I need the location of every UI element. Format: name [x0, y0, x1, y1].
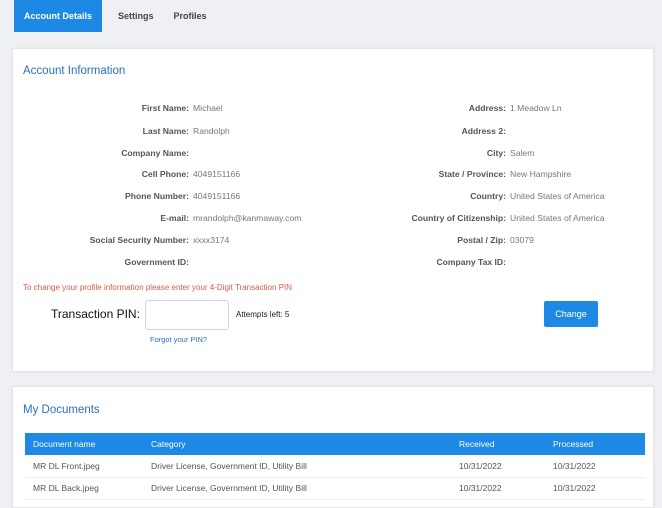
email-label: E-mail:	[160, 213, 189, 223]
city-label: City:	[486, 148, 506, 158]
country-of-citizenship-value: United States of America	[510, 213, 605, 223]
change-button[interactable]: Change	[544, 301, 598, 327]
city-value: Salem	[510, 148, 535, 158]
pin-notice: To change your profile information pleas…	[23, 283, 293, 292]
col-processed[interactable]: Processed	[553, 439, 593, 449]
my-documents-title: My Documents	[23, 404, 100, 416]
tab-settings[interactable]: Settings	[108, 0, 164, 32]
document-name-cell: MR DL Front.jpeg	[33, 461, 100, 471]
company-name-label: Company Name:	[121, 148, 189, 158]
last-name-value: Randolph	[193, 126, 230, 136]
transaction-pin-label: Transaction PIN:	[51, 307, 140, 321]
category-cell: Driver License, Government ID, Utility B…	[151, 461, 307, 471]
country-of-citizenship-label: Country of Citizenship:	[411, 213, 506, 223]
forgot-pin-link[interactable]: Forgot your PIN?	[150, 335, 207, 344]
received-cell: 10/31/2022	[459, 461, 502, 471]
phone-number-label: Phone Number:	[125, 191, 189, 201]
country-label: Country:	[470, 191, 506, 201]
government-id-label: Government ID:	[124, 257, 189, 267]
my-documents-card: My Documents Document name Category Rece…	[12, 386, 654, 508]
address-label: Address:	[468, 103, 506, 113]
state-province-value: New Hampshire	[510, 169, 572, 179]
category-cell: Driver License, Government ID, Utility B…	[151, 483, 307, 493]
first-name-label: First Name:	[141, 103, 189, 113]
cell-phone-label: Cell Phone:	[141, 169, 189, 179]
country-value: United States of America	[510, 191, 605, 201]
transaction-pin-input[interactable]	[145, 300, 229, 330]
processed-cell: 10/31/2022	[553, 483, 596, 493]
table-row[interactable]: MR DL Front.jpeg Driver License, Governm…	[25, 455, 645, 478]
processed-cell: 10/31/2022	[553, 461, 596, 471]
address-value: 1 Meadow Ln	[510, 103, 562, 113]
document-name-cell: MR DL Back.jpeg	[33, 483, 99, 493]
first-name-value: Michael	[193, 103, 223, 113]
ssn-label: Social Security Number:	[89, 235, 189, 245]
attempts-left-text: Attempts left: 5	[236, 310, 290, 319]
postal-zip-label: Postal / Zip:	[457, 235, 506, 245]
tab-bar: Account Details Settings Profiles	[14, 0, 217, 32]
email-value: mrandolph@kanmaway.com	[193, 213, 302, 223]
account-information-card: Account Information First Name: Michael …	[12, 48, 654, 372]
received-cell: 10/31/2022	[459, 483, 502, 493]
state-province-label: State / Province:	[438, 169, 506, 179]
col-received[interactable]: Received	[459, 439, 494, 449]
documents-table-header: Document name Category Received Processe…	[25, 433, 645, 455]
postal-zip-value: 03079	[510, 235, 534, 245]
table-row[interactable]: MR DL Back.jpeg Driver License, Governme…	[25, 477, 645, 500]
tab-profiles[interactable]: Profiles	[164, 0, 217, 32]
company-tax-id-label: Company Tax ID:	[436, 257, 506, 267]
col-document-name[interactable]: Document name	[33, 439, 95, 449]
last-name-label: Last Name:	[142, 126, 189, 136]
tab-account-details[interactable]: Account Details	[14, 0, 103, 32]
col-category[interactable]: Category	[151, 439, 186, 449]
cell-phone-value: 4049151166	[193, 169, 241, 179]
account-information-title: Account Information	[23, 65, 126, 77]
address-2-label: Address 2:	[461, 126, 506, 136]
ssn-value: xxxx3174	[193, 235, 230, 245]
phone-number-value: 4049151166	[193, 191, 241, 201]
